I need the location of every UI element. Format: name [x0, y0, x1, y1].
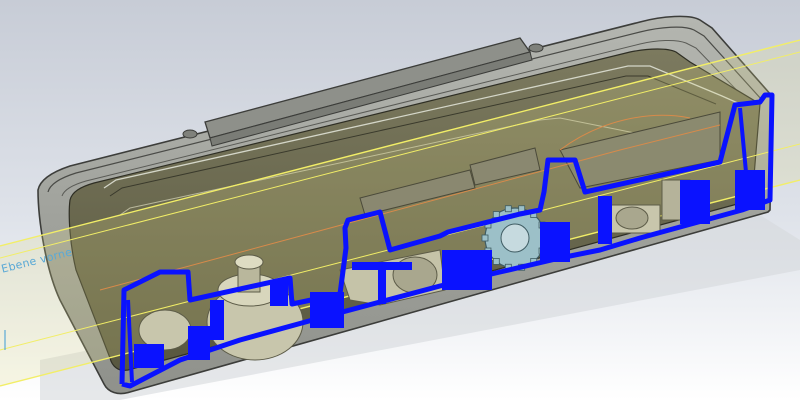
right-socket-thread: [615, 206, 649, 230]
gear-hub: [500, 223, 530, 253]
gear-tooth: [492, 211, 500, 218]
mounting-tab-pin: [182, 129, 198, 139]
model-scene[interactable]: [0, 0, 800, 400]
mounting-tab-pin: [528, 43, 544, 53]
cad-viewport[interactable]: Ebene vorne: [0, 0, 800, 400]
bearing-post-cap: [234, 254, 264, 270]
gear-tooth: [492, 258, 500, 265]
gear-tooth: [481, 234, 489, 242]
gear-tooth: [504, 205, 512, 213]
